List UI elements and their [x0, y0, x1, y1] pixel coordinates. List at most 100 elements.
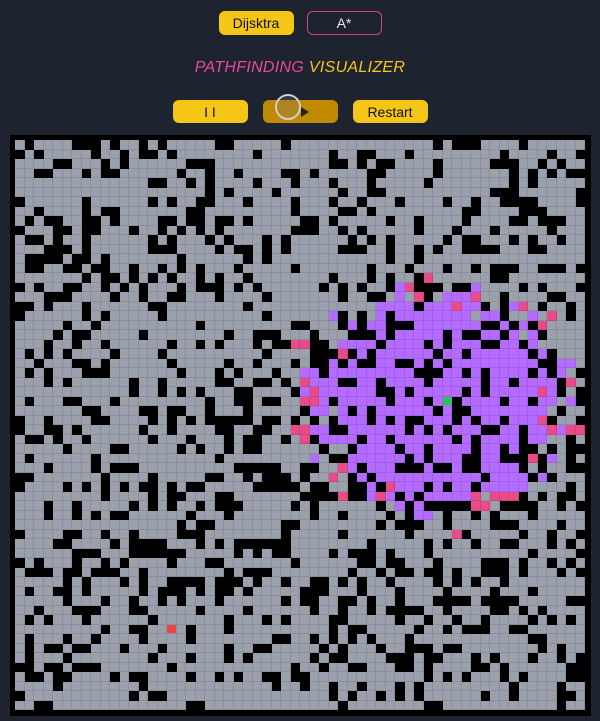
grid-cell[interactable]	[575, 301, 585, 311]
visited-cell[interactable]	[528, 311, 538, 321]
wall-cell[interactable]	[110, 567, 120, 577]
grid-cell[interactable]	[575, 292, 585, 302]
visited-cell[interactable]	[423, 463, 433, 473]
grid-cell[interactable]	[129, 653, 139, 663]
grid-cell[interactable]	[148, 263, 158, 273]
wall-cell[interactable]	[15, 415, 25, 425]
grid-cell[interactable]	[43, 558, 53, 568]
wall-cell[interactable]	[81, 605, 91, 615]
grid-cell[interactable]	[528, 577, 538, 587]
grid-cell[interactable]	[452, 634, 462, 644]
visited-cell[interactable]	[509, 425, 519, 435]
grid-cell[interactable]	[518, 700, 528, 710]
grid-cell[interactable]	[157, 453, 167, 463]
visited-cell[interactable]	[376, 434, 386, 444]
grid-cell[interactable]	[129, 140, 139, 150]
grid-cell[interactable]	[480, 700, 490, 710]
wall-cell[interactable]	[566, 444, 576, 454]
grid-cell[interactable]	[575, 453, 585, 463]
wall-cell[interactable]	[252, 330, 262, 340]
grid-cell[interactable]	[281, 691, 291, 701]
grid-cell[interactable]	[262, 263, 272, 273]
grid-cell[interactable]	[518, 548, 528, 558]
grid-cell[interactable]	[300, 140, 310, 150]
wall-cell[interactable]	[385, 254, 395, 264]
grid-cell[interactable]	[195, 330, 205, 340]
grid-cell[interactable]	[233, 520, 243, 530]
frontier-cell[interactable]	[300, 377, 310, 387]
grid-cell[interactable]	[271, 292, 281, 302]
grid-cell[interactable]	[157, 491, 167, 501]
grid-cell[interactable]	[271, 643, 281, 653]
wall-cell[interactable]	[452, 501, 462, 511]
grid-cell[interactable]	[214, 349, 224, 359]
wall-cell[interactable]	[243, 434, 253, 444]
grid-cell[interactable]	[129, 235, 139, 245]
grid-cell[interactable]	[509, 605, 519, 615]
grid-cell[interactable]	[100, 244, 110, 254]
grid-cell[interactable]	[157, 168, 167, 178]
visited-cell[interactable]	[366, 368, 376, 378]
wall-cell[interactable]	[490, 187, 500, 197]
wall-cell[interactable]	[471, 434, 481, 444]
wall-cell[interactable]	[24, 586, 34, 596]
grid-cell[interactable]	[566, 520, 576, 530]
visited-cell[interactable]	[395, 330, 405, 340]
grid-cell[interactable]	[129, 187, 139, 197]
grid-cell[interactable]	[366, 662, 376, 672]
grid-cell[interactable]	[100, 425, 110, 435]
grid-cell[interactable]	[119, 615, 129, 625]
wall-cell[interactable]	[347, 444, 357, 454]
grid-cell[interactable]	[100, 634, 110, 644]
wall-cell[interactable]	[547, 529, 557, 539]
grid-cell[interactable]	[300, 624, 310, 634]
grid-cell[interactable]	[129, 168, 139, 178]
grid-cell[interactable]	[62, 235, 72, 245]
wall-cell[interactable]	[518, 434, 528, 444]
wall-cell[interactable]	[480, 558, 490, 568]
wall-cell[interactable]	[15, 558, 25, 568]
wall-cell[interactable]	[148, 406, 158, 416]
frontier-cell[interactable]	[537, 320, 547, 330]
grid-cell[interactable]	[547, 244, 557, 254]
visited-cell[interactable]	[433, 387, 443, 397]
grid-cell[interactable]	[205, 529, 215, 539]
grid-cell[interactable]	[319, 197, 329, 207]
wall-cell[interactable]	[81, 586, 91, 596]
wall-cell[interactable]	[24, 235, 34, 245]
wall-cell[interactable]	[414, 225, 424, 235]
grid-cell[interactable]	[357, 501, 367, 511]
wall-cell[interactable]	[575, 662, 585, 672]
grid-cell[interactable]	[186, 453, 196, 463]
grid-cell[interactable]	[205, 491, 215, 501]
grid-cell[interactable]	[281, 396, 291, 406]
wall-cell[interactable]	[471, 577, 481, 587]
wall-cell[interactable]	[243, 472, 253, 482]
wall-cell[interactable]	[309, 168, 319, 178]
grid-cell[interactable]	[376, 700, 386, 710]
wall-cell[interactable]	[233, 168, 243, 178]
grid-cell[interactable]	[24, 501, 34, 511]
wall-cell[interactable]	[338, 425, 348, 435]
wall-cell[interactable]	[119, 282, 129, 292]
grid-cell[interactable]	[404, 548, 414, 558]
grid-cell[interactable]	[233, 624, 243, 634]
grid-cell[interactable]	[15, 244, 25, 254]
grid-cell[interactable]	[385, 529, 395, 539]
grid-cell[interactable]	[528, 149, 538, 159]
grid-cell[interactable]	[119, 311, 129, 321]
grid-cell[interactable]	[442, 140, 452, 150]
grid-cell[interactable]	[281, 491, 291, 501]
grid-cell[interactable]	[224, 159, 234, 169]
visited-cell[interactable]	[338, 368, 348, 378]
grid-cell[interactable]	[262, 358, 272, 368]
wall-cell[interactable]	[186, 216, 196, 226]
grid-cell[interactable]	[271, 444, 281, 454]
wall-cell[interactable]	[328, 273, 338, 283]
wall-cell[interactable]	[157, 301, 167, 311]
grid-cell[interactable]	[366, 529, 376, 539]
wall-cell[interactable]	[528, 396, 538, 406]
grid-cell[interactable]	[252, 311, 262, 321]
grid-cell[interactable]	[319, 263, 329, 273]
grid-cell[interactable]	[176, 330, 186, 340]
